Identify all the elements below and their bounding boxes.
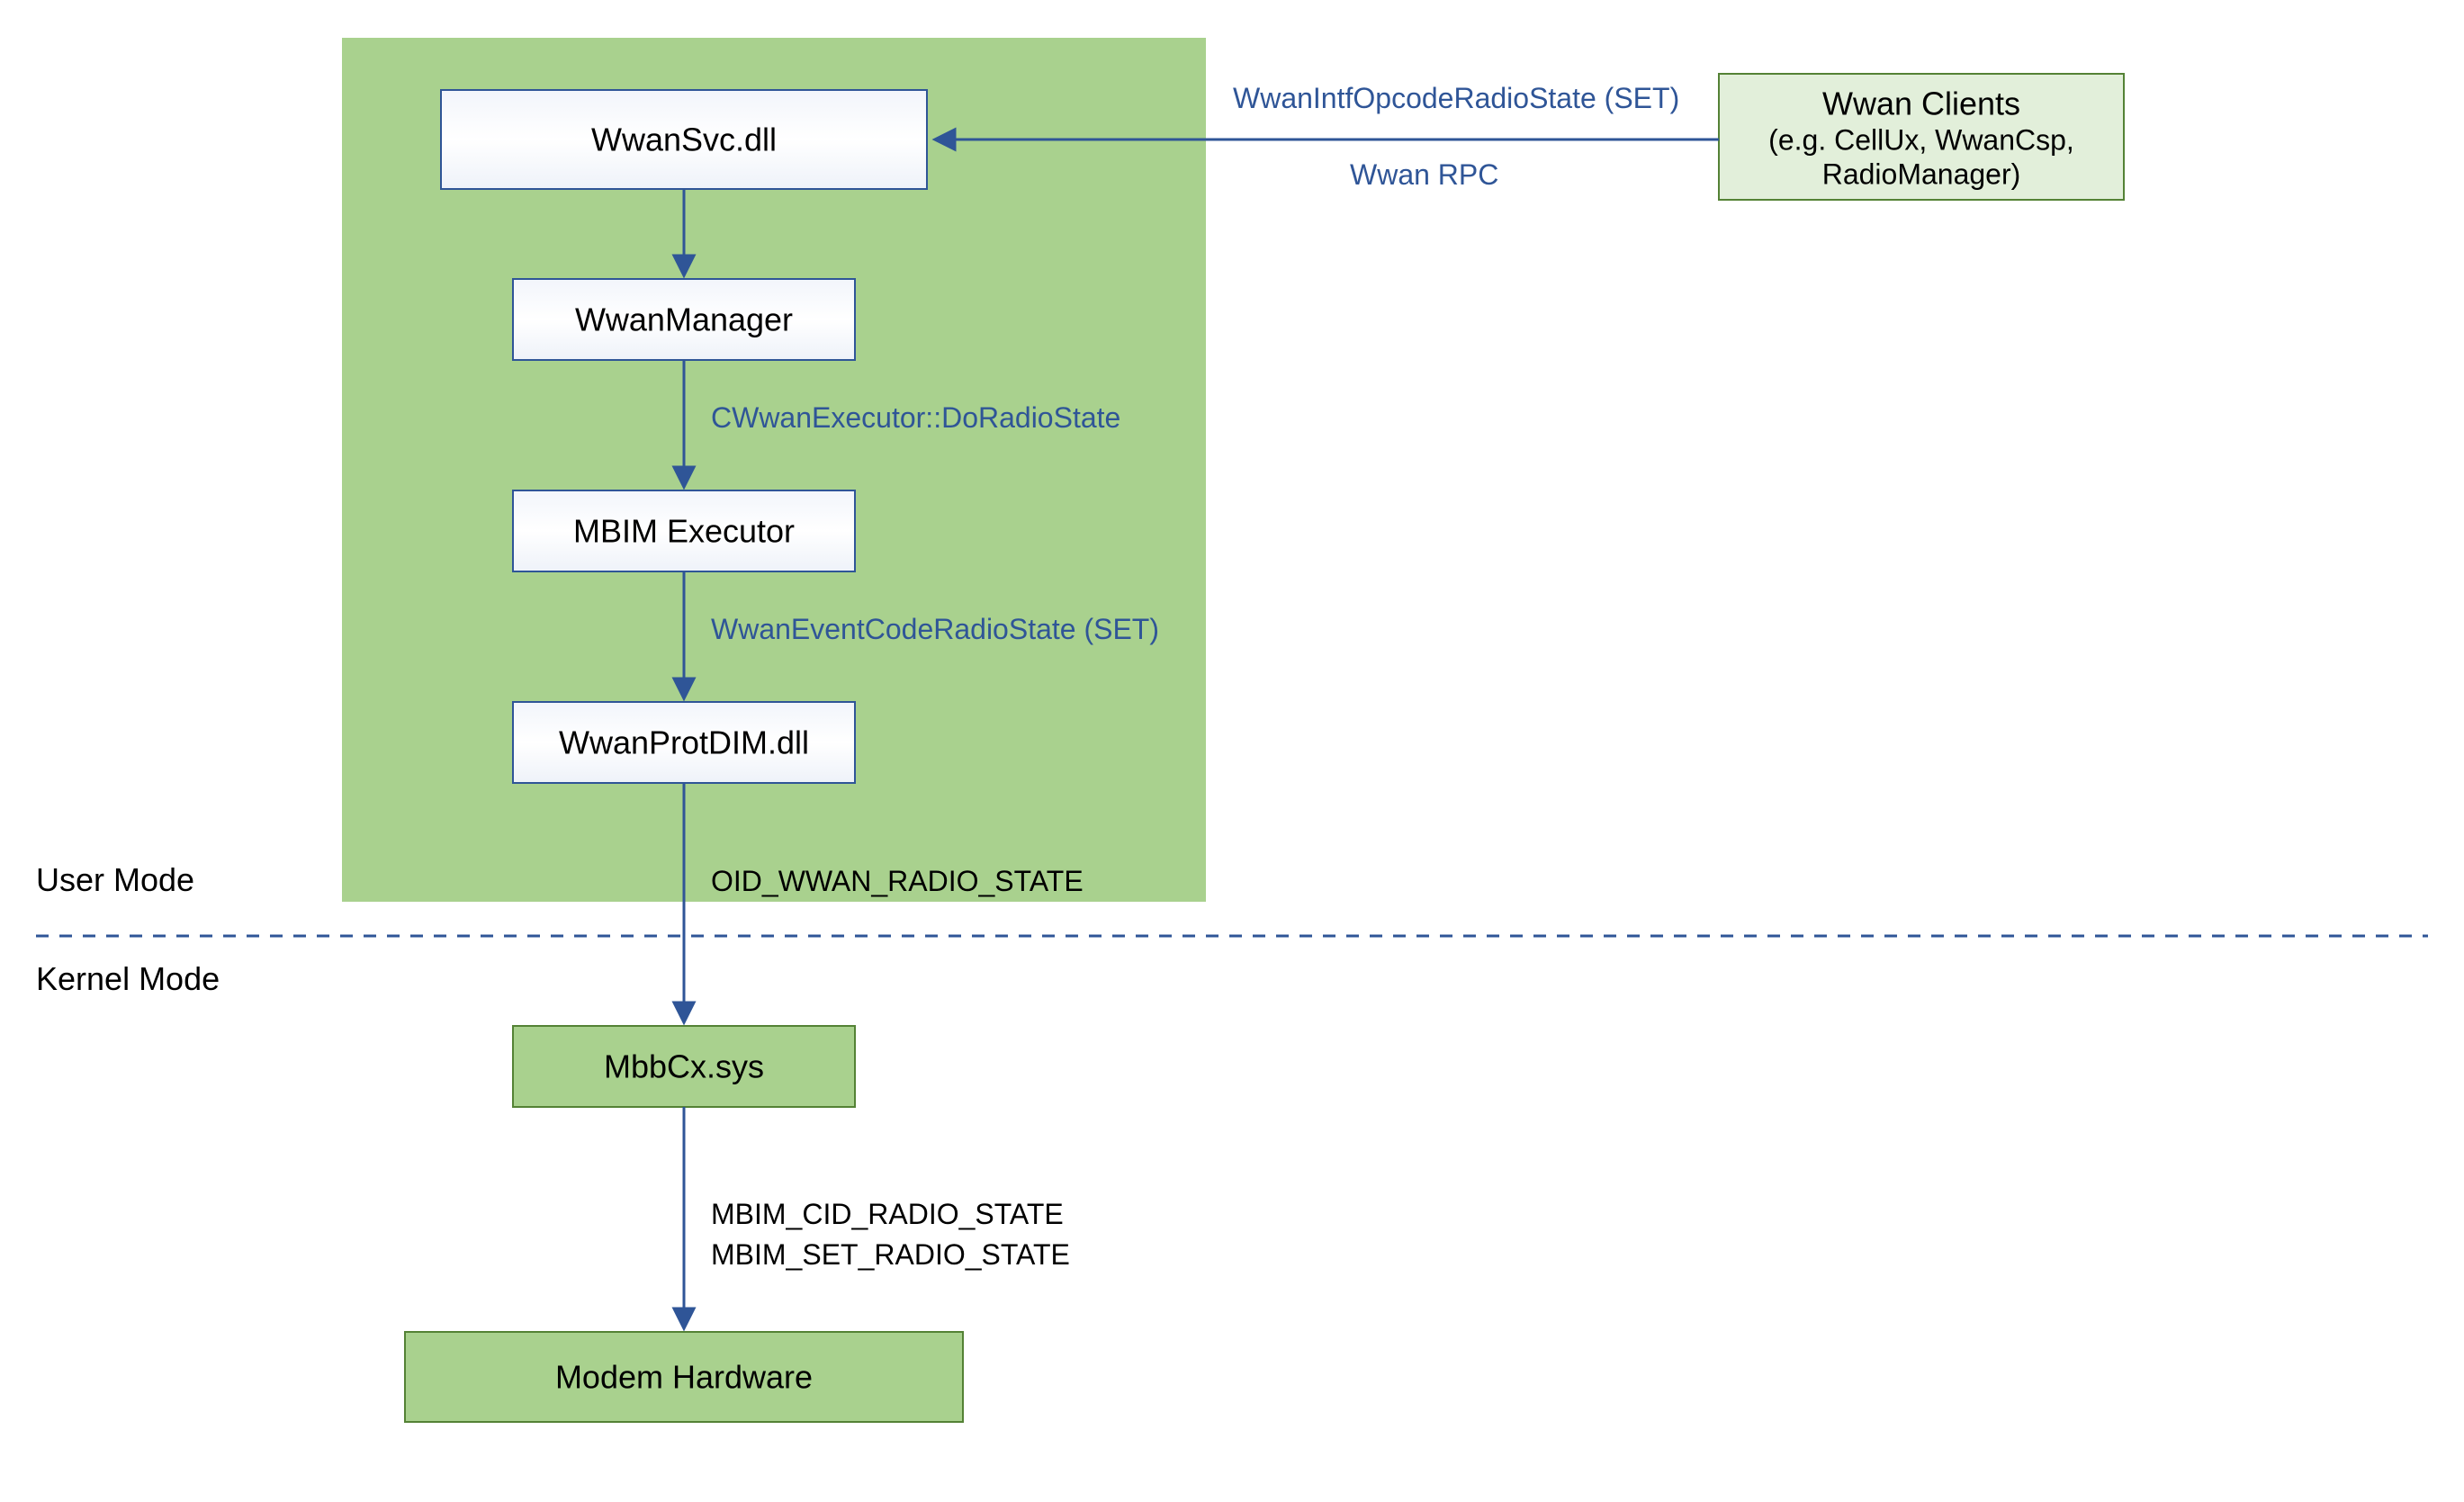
label-rpc-top: WwanIntfOpcodeRadioState (SET): [1233, 82, 1679, 114]
wwanprotdim-label: WwanProtDIM.dll: [559, 724, 809, 761]
mbim-executor-box: MBIM Executor: [513, 490, 855, 571]
wwanprotdim-box: WwanProtDIM.dll: [513, 702, 855, 783]
wwan-clients-title: Wwan Clients: [1822, 85, 2020, 122]
wwan-clients-sub2: RadioManager): [1822, 157, 2021, 190]
wwanmanager-box: WwanManager: [513, 279, 855, 360]
diagram-canvas: Wwan Clients (e.g. CellUx, WwanCsp, Radi…: [0, 0, 2464, 1502]
label-mbim1: MBIM_CID_RADIO_STATE: [711, 1198, 1064, 1230]
label-oid: OID_WWAN_RADIO_STATE: [711, 865, 1084, 897]
wwansvc-box: WwanSvc.dll: [441, 90, 927, 189]
label-exec-call: CWwanExecutor::DoRadioState: [711, 401, 1120, 434]
label-rpc-bottom: Wwan RPC: [1350, 158, 1498, 191]
wwan-clients-sub1: (e.g. CellUx, WwanCsp,: [1768, 123, 2074, 156]
label-event-code: WwanEventCodeRadioState (SET): [711, 613, 1159, 645]
mbbcx-label: MbbCx.sys: [604, 1048, 764, 1085]
wwan-clients-box: Wwan Clients (e.g. CellUx, WwanCsp, Radi…: [1719, 74, 2124, 200]
user-mode-label: User Mode: [36, 861, 194, 898]
kernel-mode-label: Kernel Mode: [36, 960, 220, 997]
wwanmanager-label: WwanManager: [575, 301, 793, 338]
modem-hardware-box: Modem Hardware: [405, 1332, 963, 1422]
modem-hardware-label: Modem Hardware: [555, 1359, 813, 1396]
mbbcx-box: MbbCx.sys: [513, 1026, 855, 1107]
mbim-executor-label: MBIM Executor: [573, 513, 795, 550]
label-mbim2: MBIM_SET_RADIO_STATE: [711, 1238, 1070, 1271]
wwansvc-label: WwanSvc.dll: [591, 121, 777, 158]
